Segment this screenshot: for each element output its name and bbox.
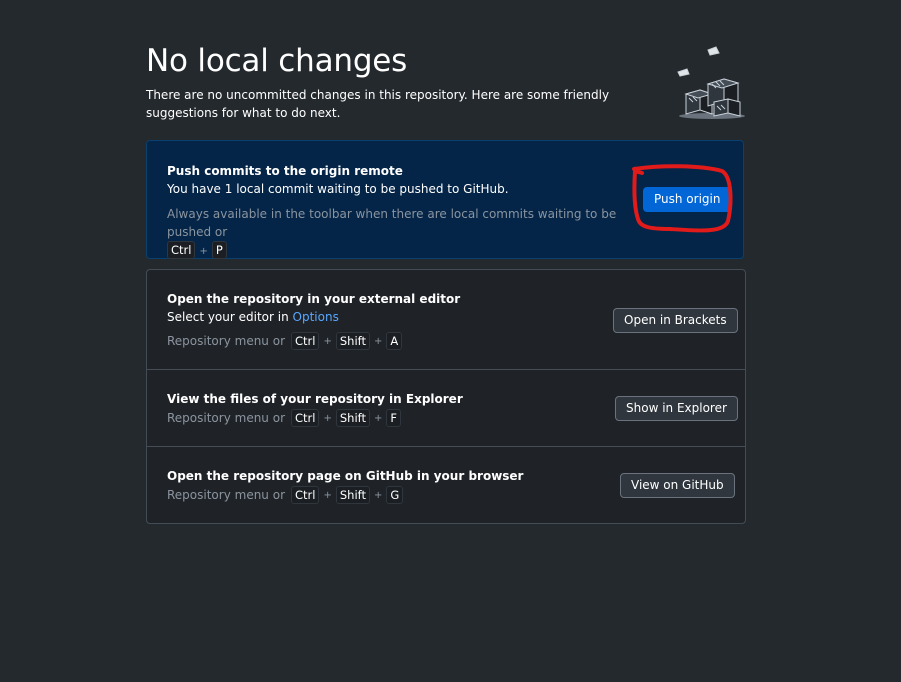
view-on-github-title: Open the repository page on GitHub in yo… (167, 469, 524, 483)
editor-description-text: Select your editor in (167, 310, 289, 324)
push-card-hint: Always available in the toolbar when the… (167, 207, 617, 259)
show-in-explorer-button[interactable]: Show in Explorer (615, 396, 738, 421)
open-in-editor-description: Select your editor in Options (167, 310, 339, 324)
open-in-editor-title: Open the repository in your external edi… (167, 292, 461, 306)
view-on-github-button[interactable]: View on GitHub (620, 473, 735, 498)
kbd-a: A (386, 332, 403, 350)
kbd-ctrl: Ctrl (291, 332, 320, 350)
view-on-github-row: Open the repository page on GitHub in yo… (147, 446, 745, 524)
push-card-hint-text: Always available in the toolbar when the… (167, 207, 617, 239)
options-link[interactable]: Options (293, 310, 339, 324)
push-card-description: You have 1 local commit waiting to be pu… (167, 182, 509, 196)
page: No local changes There are no uncommitte… (146, 0, 746, 524)
kbd-shift: Shift (335, 332, 370, 350)
view-on-github-hint: Repository menu or Ctrl + Shift + G (167, 486, 404, 504)
suggestions-card: Open the repository in your external edi… (146, 269, 746, 524)
hint-text: Repository menu or (167, 334, 285, 348)
kbd-ctrl: Ctrl (167, 241, 196, 259)
kbd-shift: Shift (335, 486, 370, 504)
open-in-editor-row: Open the repository in your external edi… (147, 270, 745, 369)
push-card-title: Push commits to the origin remote (167, 164, 403, 178)
open-in-brackets-button[interactable]: Open in Brackets (613, 308, 738, 333)
header: No local changes There are no uncommitte… (146, 0, 746, 140)
open-in-editor-hint: Repository menu or Ctrl + Shift + A (167, 332, 403, 350)
kbd-g: G (386, 486, 404, 504)
kbd-ctrl: Ctrl (291, 486, 320, 504)
hint-text: Repository menu or (167, 488, 285, 502)
kbd-f: F (386, 409, 402, 427)
show-in-explorer-hint: Repository menu or Ctrl + Shift + F (167, 409, 402, 427)
kbd-p: P (211, 241, 227, 259)
kbd-ctrl: Ctrl (291, 409, 320, 427)
page-title: No local changes (146, 43, 408, 79)
push-origin-button[interactable]: Push origin (643, 187, 732, 212)
boxes-illustration-icon (677, 46, 745, 119)
push-origin-card: Push commits to the origin remote You ha… (146, 140, 744, 259)
kbd-shift: Shift (335, 409, 370, 427)
show-in-explorer-row: View the files of your repository in Exp… (147, 369, 745, 447)
show-in-explorer-title: View the files of your repository in Exp… (167, 392, 463, 406)
page-subtitle: There are no uncommitted changes in this… (146, 88, 610, 120)
hint-text: Repository menu or (167, 411, 285, 425)
